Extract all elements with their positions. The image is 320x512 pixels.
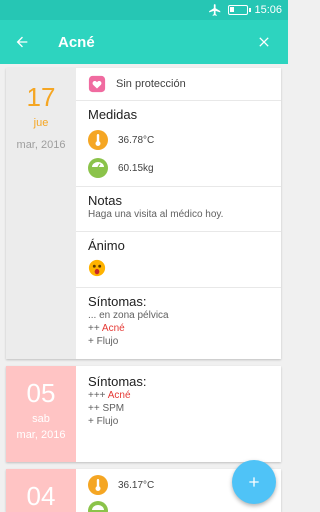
month-year: mar, 2016 xyxy=(16,139,66,151)
thermometer-icon xyxy=(88,130,108,150)
add-entry-button[interactable] xyxy=(232,460,276,504)
airplane-icon xyxy=(209,4,221,16)
symptom-line: ++ SPM xyxy=(88,403,125,414)
mood-heading: Ánimo xyxy=(88,238,125,253)
day-number: 05 xyxy=(26,378,56,408)
entry-content: Síntomas: +++ Acné ++ SPM + Flujo xyxy=(76,366,281,434)
date-column: 05 sab mar, 2016 xyxy=(6,366,76,462)
back-button[interactable] xyxy=(0,20,44,64)
plus-icon xyxy=(249,477,259,487)
scale-icon xyxy=(88,158,108,178)
weekday: jue xyxy=(33,117,49,129)
symptoms-heading: Síntomas: xyxy=(88,294,147,309)
back-arrow-icon xyxy=(16,36,28,48)
temperature-item: 36.78°C xyxy=(88,130,269,150)
entry-card[interactable]: 17 jue mar, 2016 Sin protección Medidas … xyxy=(6,68,281,359)
notes-text: Haga una visita al médico hoy. xyxy=(88,209,224,220)
status-time: 15:06 xyxy=(254,4,282,16)
date-column: 17 jue mar, 2016 xyxy=(6,68,76,359)
scale-icon xyxy=(88,501,108,512)
notes-heading: Notas xyxy=(88,193,122,208)
measures-row: Medidas 36.78°C 60.15kg xyxy=(76,101,281,187)
notes-row: Notas Haga una visita al médico hoy. xyxy=(76,187,281,232)
heart-icon xyxy=(88,75,106,93)
app-bar: Acné xyxy=(0,20,288,64)
symptoms-row: Síntomas: +++ Acné ++ SPM + Flujo xyxy=(76,366,281,434)
weight-value: 60.15kg xyxy=(118,162,154,174)
close-icon xyxy=(259,37,269,47)
battery-icon xyxy=(228,5,252,15)
weight-item: 60.15kg xyxy=(88,158,269,178)
temperature-value: 36.17°C xyxy=(118,479,155,491)
day-number: 17 xyxy=(26,82,56,112)
protection-label: Sin protección xyxy=(116,77,186,90)
symptom-line: ... en zona pélvica xyxy=(88,310,169,321)
symptom-line: +++ Acné xyxy=(88,390,131,401)
month-year: mar, 2016 xyxy=(16,429,66,441)
thermometer-icon xyxy=(88,475,108,495)
page-title: Acné xyxy=(58,33,95,51)
shocked-face-icon xyxy=(88,259,106,277)
close-button[interactable] xyxy=(248,20,280,64)
temperature-value: 36.78°C xyxy=(118,134,155,146)
entry-card[interactable]: 05 sab mar, 2016 Síntomas: +++ Acné ++ S… xyxy=(6,366,281,462)
status-bar: 15:06 xyxy=(0,0,288,20)
symptoms-row: Síntomas: ... en zona pélvica ++ Acné + … xyxy=(76,288,281,358)
symptom-line: + Flujo xyxy=(88,416,119,427)
symptoms-heading: Síntomas: xyxy=(88,374,147,389)
weekday: sab xyxy=(32,413,50,425)
symptom-line: ++ Acné xyxy=(88,323,125,334)
protection-row: Sin protección xyxy=(76,68,281,101)
entry-content: Sin protección Medidas 36.78°C 60.15kg N… xyxy=(76,68,281,358)
measures-heading: Medidas xyxy=(88,107,138,122)
mood-row: Ánimo xyxy=(76,232,281,288)
date-column: 04 xyxy=(6,469,76,512)
day-number: 04 xyxy=(26,481,56,511)
symptom-line: + Flujo xyxy=(88,336,119,347)
